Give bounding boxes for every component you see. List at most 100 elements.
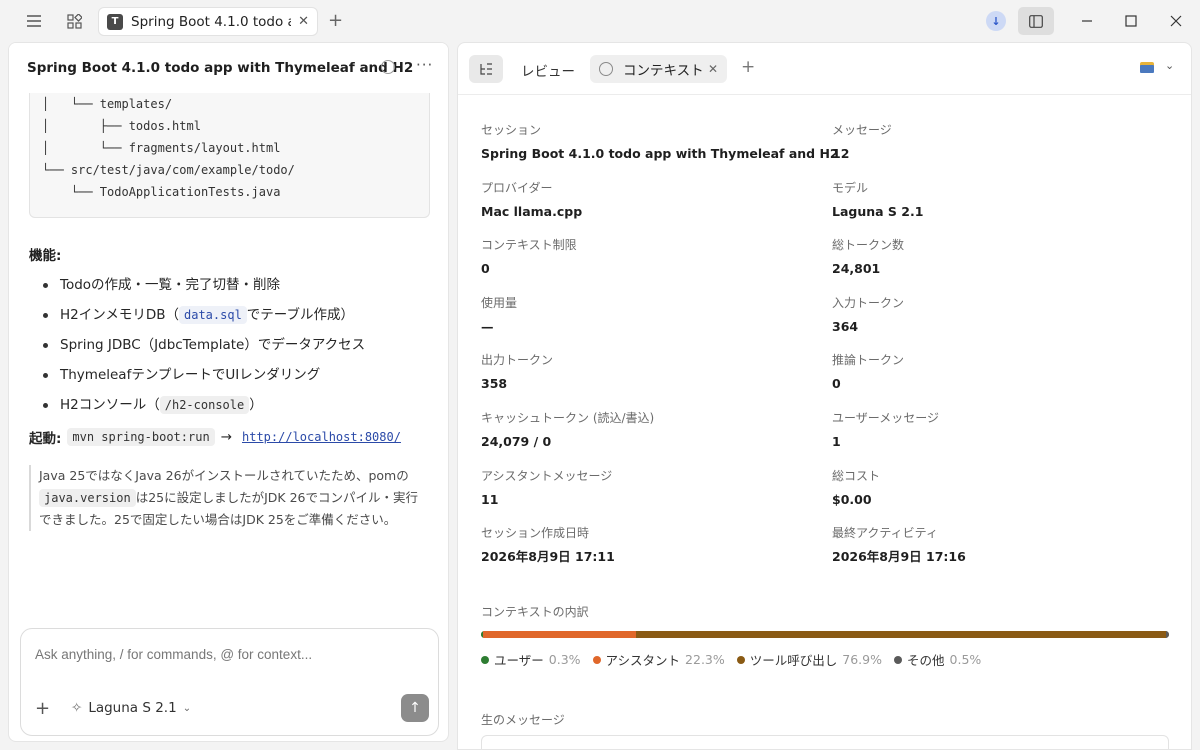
legend-percent: 76.9% — [842, 652, 882, 667]
context-breakdown-bar — [481, 631, 1169, 638]
stat-value: 2026年8月9日 17:16 — [832, 549, 966, 565]
feature-text: H2コンソール（ — [60, 397, 160, 413]
attach-plus-icon[interactable]: + — [35, 698, 50, 719]
inline-code: /h2-console — [159, 396, 250, 414]
stat-item: ユーザーメッセージ 1 — [832, 409, 1162, 451]
feature-text: ThymeleafテンプレートでUIレンダリング — [60, 367, 321, 383]
stat-item: 入力トークン 364 — [832, 294, 1162, 336]
close-window-icon[interactable] — [1163, 8, 1189, 34]
stat-value: 11 — [481, 491, 499, 507]
close-icon[interactable]: ✕ — [708, 62, 718, 76]
tree-line: └── src/test/java/com/example/todo/ — [42, 163, 295, 177]
run-command: mvn spring-boot:run — [67, 428, 215, 446]
stat-value: 12 — [832, 146, 850, 161]
legend-percent: 0.5% — [949, 652, 982, 667]
stat-label: モデル — [832, 180, 869, 195]
menu-icon[interactable] — [22, 9, 46, 33]
tree-line: │ ├── todos.html — [42, 119, 201, 133]
stat-item: 推論トークン 0 — [832, 351, 1162, 393]
legend-label: その他 — [907, 653, 945, 668]
maximize-icon[interactable] — [1118, 8, 1144, 34]
stat-item: キャッシュトークン (読込/書込) 24,079 / 0 — [481, 409, 811, 451]
apps-icon[interactable] — [62, 9, 86, 33]
legend-label: ユーザー — [494, 653, 544, 668]
run-instruction: 起動: mvn spring-boot:run → http://localho… — [29, 427, 401, 447]
send-button[interactable]: ↑ — [401, 694, 429, 722]
stat-value: Spring Boot 4.1.0 todo app with Thymelea… — [481, 146, 839, 161]
stat-label: アシスタントメッセージ — [481, 468, 613, 483]
stat-value: 24,801 — [832, 261, 881, 277]
feature-text: Todoの作成・一覧・完了切替・削除 — [60, 277, 281, 293]
tree-view-icon[interactable] — [469, 55, 503, 83]
stat-value: 2026年8月9日 17:11 — [481, 549, 615, 565]
legend-dot-icon — [592, 655, 601, 664]
list-item: H2インメモリDB（ data.sql でテーブル作成） — [29, 300, 434, 330]
breakdown-title: コンテキストの内訳 — [481, 605, 589, 619]
stat-label: ユーザーメッセージ — [832, 411, 940, 425]
breakdown-segment — [636, 631, 1166, 638]
legend-dot-icon — [481, 655, 489, 664]
legend-percent: 0.3% — [548, 652, 581, 667]
context-circle-icon — [599, 62, 613, 76]
inline-code: java.version — [39, 489, 136, 507]
plus-icon[interactable]: + — [741, 57, 755, 77]
close-icon[interactable]: ✕ — [298, 14, 309, 29]
chat-panel: │ └── templates/ │ ├── todos.html │ └── … — [8, 42, 449, 742]
legend-label: ツール呼び出し — [749, 653, 838, 668]
message-composer: + ✧ Laguna S 2.1 ⌄ ↑ — [20, 628, 439, 736]
minimize-icon[interactable] — [1074, 8, 1100, 34]
sidebar-icon[interactable] — [1018, 7, 1054, 35]
stat-item: メッセージ 12 — [832, 121, 1162, 163]
status-circle-icon[interactable] — [381, 60, 395, 74]
legend-item: アシスタント 22.3% — [592, 650, 725, 669]
breakdown-legend: ユーザー 0.3% アシスタント 22.3% ツール呼び出し 76.9% その他 0.5% — [481, 650, 981, 669]
tree-line: │ └── fragments/layout.html — [42, 141, 281, 155]
stat-label: 総コスト — [832, 468, 881, 483]
stat-item: 総コスト $0.00 — [832, 467, 1162, 509]
feature-text: でテーブル作成） — [246, 307, 354, 323]
tab-review[interactable]: レビュー — [521, 60, 575, 80]
tab-active-session[interactable]: T Spring Boot 4.1.0 todo app wit ✕ — [98, 7, 318, 36]
chat-input[interactable] — [35, 643, 415, 665]
stat-item: セッション Spring Boot 4.1.0 todo app with Thy… — [481, 121, 839, 163]
folder-icon[interactable] — [1140, 62, 1154, 73]
legend-item: その他 0.5% — [894, 650, 981, 669]
more-options-icon[interactable]: ··· — [416, 56, 433, 74]
stat-value: Laguna S 2.1 — [832, 203, 924, 219]
breakdown-segment — [1165, 631, 1169, 638]
plus-icon[interactable]: + — [328, 10, 343, 31]
inline-code: data.sql — [179, 306, 247, 324]
stat-value: 0 — [481, 261, 490, 277]
raw-messages-box — [481, 735, 1169, 749]
download-icon[interactable]: ↓ — [986, 11, 1006, 31]
chevron-down-icon[interactable]: ⌄ — [1165, 59, 1174, 72]
stat-item: セッション作成日時 2026年8月9日 17:11 — [481, 524, 811, 566]
stat-item: 出力トークン 358 — [481, 351, 811, 393]
localhost-link[interactable]: http://localhost:8080/ — [242, 430, 401, 444]
breakdown-segment — [483, 631, 637, 638]
stat-value: Mac llama.cpp — [481, 203, 583, 219]
stat-label: コンテキスト制限 — [481, 238, 577, 253]
stat-label: セッション作成日時 — [481, 526, 590, 541]
stat-label: 出力トークン — [481, 353, 554, 368]
blockquote-note: Java 25ではなくJava 26がインストールされていたため、pomの jav… — [29, 465, 429, 531]
stat-value: 24,079 / 0 — [481, 434, 552, 449]
stat-value: 358 — [481, 376, 508, 392]
tab-app-icon: T — [107, 13, 123, 30]
list-item: Spring JDBC（JdbcTemplate）でデータアクセス — [29, 330, 434, 360]
arrow-icon: → — [220, 429, 232, 445]
list-item: H2コンソール（/h2-console） — [29, 390, 434, 420]
model-selector[interactable]: ✧ Laguna S 2.1 ⌄ — [71, 700, 191, 716]
stat-label: セッション — [481, 123, 542, 137]
stat-label: 最終アクティビティ — [832, 526, 938, 541]
stat-value: 1 — [832, 434, 841, 449]
stat-item: アシスタントメッセージ 11 — [481, 467, 811, 509]
stat-value: — — [481, 318, 494, 334]
tree-line: │ └── templates/ — [42, 97, 173, 111]
stat-label: 入力トークン — [832, 295, 905, 310]
tab-title: Spring Boot 4.1.0 todo app wit — [131, 13, 291, 30]
chevron-down-icon: ⌄ — [182, 702, 192, 714]
note-text: Java 25ではなくJava 26がインストールされていたため、pomの — [39, 468, 409, 483]
legend-dot-icon — [894, 655, 902, 664]
tab-context[interactable]: コンテキスト ✕ — [590, 55, 727, 83]
